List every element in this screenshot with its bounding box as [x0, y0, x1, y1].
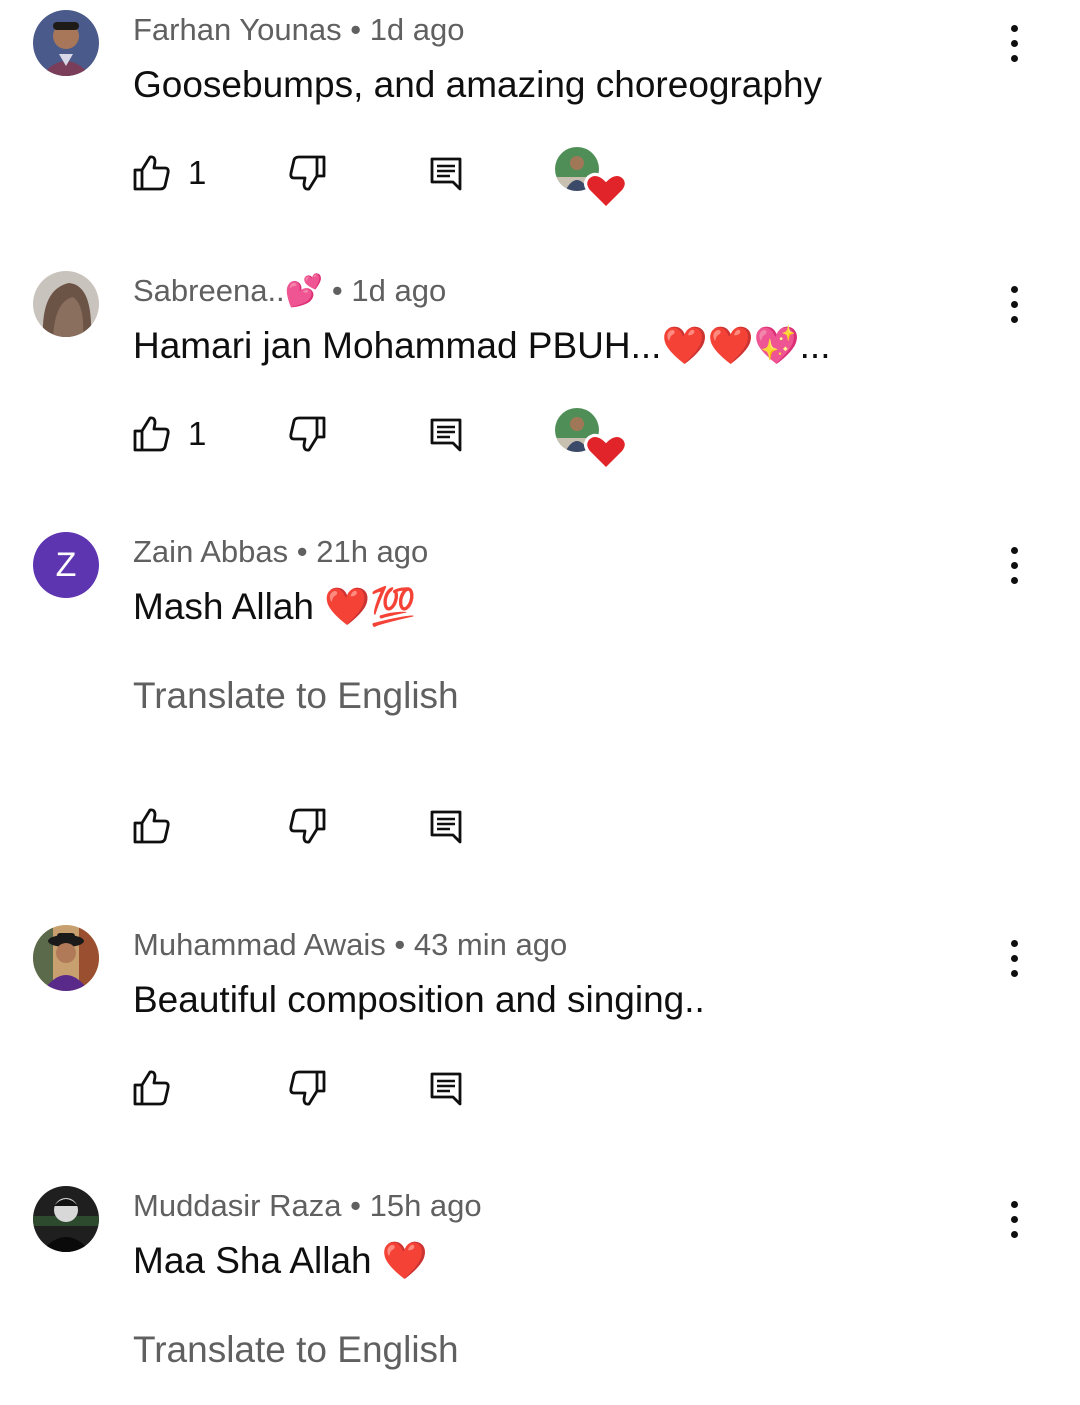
heart-icon: [584, 433, 628, 472]
thumbs-down-icon: [289, 1070, 326, 1106]
reply-icon: [430, 810, 462, 844]
menu-dot-icon: [1010, 939, 1018, 947]
comment-text: Goosebumps, and amazing choreography: [133, 64, 823, 105]
reply-icon: [430, 157, 462, 191]
reply-icon: [430, 418, 462, 452]
user-photo-icon: [33, 1186, 99, 1252]
creator-heart-badge: [554, 147, 628, 211]
separator-dot: •: [394, 927, 406, 962]
comment-actions: [0, 796, 1080, 856]
comment-text: Maa Sha Allah ❤️: [133, 1240, 428, 1281]
comment-header: Zain Abbas • 21h ago: [133, 532, 428, 572]
author-avatar[interactable]: [33, 925, 99, 991]
comment-text: Beautiful composition and singing..: [133, 979, 705, 1020]
author-name[interactable]: Muhammad Awais: [133, 927, 386, 962]
separator-dot: •: [350, 1188, 361, 1223]
comment-item: Sabreena..💕 • 1d ago Hamari jan Mohammad…: [0, 261, 1080, 522]
menu-dot-icon: [1010, 1200, 1018, 1208]
separator-dot: •: [331, 273, 343, 308]
comment-actions: 1: [0, 143, 1080, 211]
user-photo-icon: [33, 10, 99, 76]
menu-dot-icon: [1010, 546, 1018, 554]
like-button[interactable]: [130, 796, 174, 856]
comment-item: Z Zain Abbas • 21h ago Mash Allah ❤️💯 Tr…: [0, 522, 1080, 915]
more-options-button[interactable]: [994, 540, 1034, 590]
like-button[interactable]: 1: [130, 143, 206, 203]
comment-time: 43 min ago: [413, 927, 568, 962]
menu-dot-icon: [1010, 39, 1018, 47]
thumbs-down-icon: [289, 416, 326, 452]
like-button[interactable]: [130, 1058, 174, 1118]
menu-dot-icon: [1010, 954, 1018, 962]
author-name[interactable]: Farhan Younas: [133, 12, 342, 47]
heart-icon: [584, 172, 628, 211]
comment-actions: 1: [0, 404, 1080, 472]
like-count: 1: [188, 415, 207, 452]
author-avatar[interactable]: [33, 271, 99, 337]
more-options-button[interactable]: [994, 18, 1034, 68]
reply-button[interactable]: [424, 143, 468, 203]
thumbs-up-icon: [133, 1070, 170, 1106]
dislike-button[interactable]: [285, 404, 329, 464]
thumbs-up-icon: [133, 155, 170, 191]
dislike-button[interactable]: [285, 143, 329, 203]
thumbs-up-icon: [133, 416, 170, 452]
comment-time: 15h ago: [369, 1188, 482, 1223]
comment-header: Farhan Younas • 1d ago: [133, 10, 465, 50]
comment-actions: [0, 1058, 1080, 1118]
thumbs-down-icon: [289, 155, 326, 191]
separator-dot: •: [350, 12, 362, 47]
menu-dot-icon: [1010, 1230, 1018, 1238]
author-name[interactable]: Sabreena..💕: [133, 273, 323, 308]
menu-dot-icon: [1010, 969, 1018, 977]
separator-dot: •: [296, 534, 308, 569]
thumbs-up-icon: [133, 808, 170, 844]
reply-button[interactable]: [424, 1058, 468, 1118]
comment-header: Muddasir Raza • 15h ago: [133, 1186, 482, 1226]
comment-header: Sabreena..💕 • 1d ago: [133, 271, 446, 311]
comment-text: Mash Allah ❤️💯: [133, 586, 417, 627]
menu-dot-icon: [1010, 561, 1018, 569]
translate-link[interactable]: Translate to English: [133, 674, 459, 718]
reply-icon: [430, 1072, 462, 1106]
more-options-button[interactable]: [994, 933, 1034, 983]
reply-button[interactable]: [424, 796, 468, 856]
reply-button[interactable]: [424, 404, 468, 464]
user-photo-icon: [33, 925, 99, 991]
comment-item: Farhan Younas • 1d ago Goosebumps, and a…: [0, 0, 1080, 261]
dislike-button[interactable]: [285, 796, 329, 856]
menu-dot-icon: [1010, 315, 1018, 323]
avatar-letter: Z: [55, 545, 77, 584]
menu-dot-icon: [1010, 54, 1018, 62]
menu-dot-icon: [1010, 285, 1018, 293]
comment-header: Muhammad Awais • 43 min ago: [133, 925, 567, 965]
like-button[interactable]: 1: [130, 404, 206, 464]
translate-link[interactable]: Translate to English: [133, 1328, 459, 1372]
comment-time: 21h ago: [316, 534, 429, 569]
comment-item: Muhammad Awais • 43 min ago Beautiful co…: [0, 915, 1080, 1176]
like-count: 1: [188, 154, 207, 191]
author-avatar[interactable]: [33, 10, 99, 76]
more-options-button[interactable]: [994, 279, 1034, 329]
author-avatar[interactable]: [33, 1186, 99, 1252]
more-options-button[interactable]: [994, 1194, 1034, 1244]
creator-heart-badge: [554, 408, 628, 472]
author-name[interactable]: Zain Abbas: [133, 534, 288, 569]
comment-time: 1d ago: [369, 12, 465, 47]
comment-item: Muddasir Raza • 15h ago Maa Sha Allah ❤️…: [0, 1176, 1080, 1405]
menu-dot-icon: [1010, 24, 1018, 32]
user-photo-icon: [33, 271, 99, 337]
comment-text: Hamari jan Mohammad PBUH...❤️❤️💖...: [133, 325, 831, 366]
menu-dot-icon: [1010, 576, 1018, 584]
menu-dot-icon: [1010, 300, 1018, 308]
comments-list: Farhan Younas • 1d ago Goosebumps, and a…: [0, 0, 1080, 1405]
dislike-button[interactable]: [285, 1058, 329, 1118]
comment-time: 1d ago: [351, 273, 447, 308]
thumbs-down-icon: [289, 808, 326, 844]
author-avatar[interactable]: Z: [33, 532, 99, 598]
menu-dot-icon: [1010, 1215, 1018, 1223]
author-name[interactable]: Muddasir Raza: [133, 1188, 341, 1223]
